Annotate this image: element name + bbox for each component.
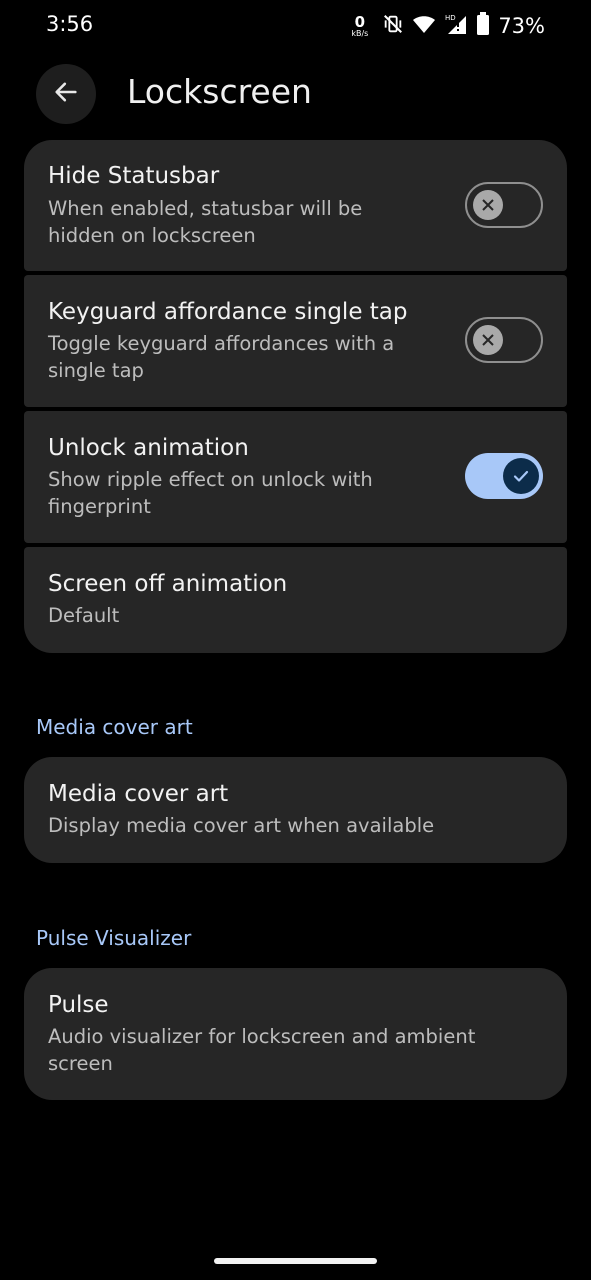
wifi-icon <box>412 13 436 39</box>
close-icon <box>482 199 494 211</box>
battery-icon <box>476 12 490 40</box>
net-speed-unit: kB/s <box>351 28 369 38</box>
back-button[interactable] <box>36 64 96 124</box>
close-icon <box>482 334 494 346</box>
section-header-pulse-visualizer: Pulse Visualizer <box>36 926 192 950</box>
setting-unlock-animation[interactable]: Unlock animation Show ripple effect on u… <box>24 411 567 543</box>
hd-signal-icon: HD <box>444 12 468 40</box>
setting-subtitle: When enabled, statusbar will be hidden o… <box>48 197 363 247</box>
battery-percent: 73% <box>498 14 545 38</box>
setting-subtitle: Default <box>48 604 120 627</box>
mute-vibrate-icon <box>382 13 404 39</box>
arrow-back-icon <box>52 78 80 110</box>
net-speed: 0 kB/s <box>351 12 369 38</box>
setting-subtitle: Audio visualizer for lockscreen and ambi… <box>48 1025 476 1075</box>
setting-pulse[interactable]: Pulse Audio visualizer for lockscreen an… <box>24 968 567 1100</box>
status-icons: 0 kB/s HD 73% <box>351 12 545 40</box>
page-title: Lockscreen <box>127 72 312 111</box>
setting-title: Hide Statusbar <box>48 163 220 189</box>
setting-title: Media cover art <box>48 781 229 807</box>
toggle-knob <box>473 325 503 355</box>
setting-title: Screen off animation <box>48 571 288 597</box>
status-bar: 3:56 0 kB/s HD 73% <box>0 0 591 52</box>
setting-hide-statusbar[interactable]: Hide Statusbar When enabled, statusbar w… <box>24 140 567 271</box>
setting-subtitle: Display media cover art when available <box>48 814 435 837</box>
status-time: 3:56 <box>46 12 94 36</box>
section-header-media-cover-art: Media cover art <box>36 715 193 739</box>
setting-keyguard-affordance[interactable]: Keyguard affordance single tap Toggle ke… <box>24 275 567 407</box>
setting-subtitle: Toggle keyguard affordances with a singl… <box>48 332 395 382</box>
net-speed-value: 0 <box>354 12 366 31</box>
svg-text:HD: HD <box>445 14 456 22</box>
gesture-nav-handle[interactable] <box>214 1258 377 1264</box>
setting-screen-off-animation[interactable]: Screen off animation Default <box>24 547 567 653</box>
keyguard-affordance-toggle[interactable] <box>465 317 543 363</box>
unlock-animation-toggle[interactable] <box>465 453 543 499</box>
setting-media-cover-art[interactable]: Media cover art Display media cover art … <box>24 757 567 863</box>
hide-statusbar-toggle[interactable] <box>465 182 543 228</box>
check-icon <box>513 470 529 482</box>
setting-title: Pulse <box>48 992 109 1018</box>
setting-title: Keyguard affordance single tap <box>48 299 408 325</box>
toggle-knob <box>473 190 503 220</box>
setting-subtitle: Show ripple effect on unlock with finger… <box>48 468 373 518</box>
setting-title: Unlock animation <box>48 435 249 461</box>
toggle-knob <box>503 458 539 494</box>
